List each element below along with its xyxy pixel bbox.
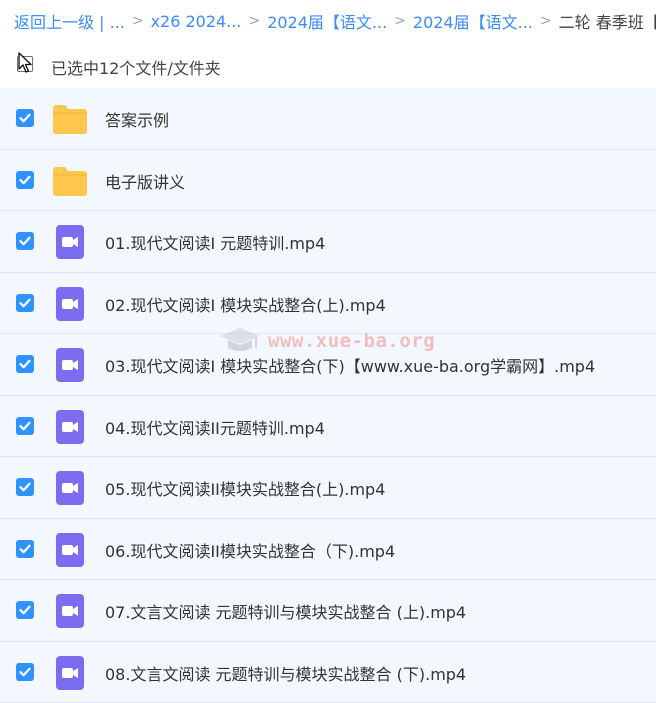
file-name[interactable]: 04.现代文阅读II元题特训.mp4	[105, 415, 325, 439]
breadcrumb-separator: >	[540, 13, 552, 29]
list-item[interactable]: 06.现代文阅读II模块实战整合（下).mp4	[0, 519, 656, 581]
row-checkbox[interactable]	[16, 417, 34, 435]
row-checkbox[interactable]	[16, 171, 34, 189]
video-file-icon	[52, 286, 88, 322]
video-file-icon	[52, 347, 88, 383]
breadcrumb-back-link[interactable]: 返回上一级 | ...	[14, 9, 125, 33]
breadcrumb-item-1[interactable]: x26 2024...	[151, 12, 242, 31]
folder-icon	[52, 163, 88, 199]
row-checkbox[interactable]	[16, 232, 34, 250]
list-item[interactable]: 电子版讲义	[0, 150, 656, 212]
row-checkbox[interactable]	[16, 355, 34, 373]
checkmark-icon	[18, 665, 32, 679]
row-checkbox[interactable]	[16, 663, 34, 681]
file-list: 答案示例 电子版讲义 01.现代文阅读I 元题特训.mp4 02.现代文阅读I …	[0, 88, 656, 703]
file-name[interactable]: 03.现代文阅读I 模块实战整合(下)【www.xue-ba.org学霸网】.m…	[105, 353, 595, 377]
checkmark-icon	[18, 603, 32, 617]
checkmark-icon	[18, 357, 32, 371]
checkmark-icon	[18, 111, 32, 125]
list-item[interactable]: 03.现代文阅读I 模块实战整合(下)【www.xue-ba.org学霸网】.m…	[0, 334, 656, 396]
selection-count-text: 已选中12个文件/文件夹	[51, 55, 221, 79]
list-item[interactable]: 答案示例	[0, 88, 656, 150]
list-item[interactable]: 05.现代文阅读II模块实战整合(上).mp4	[0, 457, 656, 519]
file-name[interactable]: 05.现代文阅读II模块实战整合(上).mp4	[105, 476, 385, 500]
selection-bar: 已选中12个文件/文件夹	[0, 42, 656, 88]
video-file-icon	[52, 470, 88, 506]
checkmark-icon	[18, 419, 32, 433]
list-item[interactable]: 08.文言文阅读 元题特训与模块实战整合 (下).mp4	[0, 642, 656, 703]
row-checkbox[interactable]	[16, 294, 34, 312]
list-item[interactable]: 02.现代文阅读I 模块实战整合(上).mp4	[0, 273, 656, 335]
file-name[interactable]: 08.文言文阅读 元题特训与模块实战整合 (下).mp4	[105, 661, 466, 685]
checkmark-icon	[18, 173, 32, 187]
file-name[interactable]: 答案示例	[105, 107, 169, 131]
checkmark-icon	[18, 234, 32, 248]
video-file-icon	[52, 224, 88, 260]
file-name[interactable]: 07.文言文阅读 元题特训与模块实战整合 (上).mp4	[105, 599, 466, 623]
breadcrumb-current: 二轮 春季班【w...	[559, 9, 656, 33]
list-item[interactable]: 01.现代文阅读I 元题特训.mp4	[0, 211, 656, 273]
video-file-icon	[52, 655, 88, 691]
row-checkbox[interactable]	[16, 540, 34, 558]
breadcrumb-separator: >	[132, 13, 144, 29]
mouse-cursor-icon	[18, 52, 32, 74]
breadcrumb: 返回上一级 | ... > x26 2024... > 2024届【语文... …	[0, 0, 656, 42]
folder-icon	[52, 101, 88, 137]
checkmark-icon	[18, 542, 32, 556]
checkmark-icon	[18, 480, 32, 494]
row-checkbox[interactable]	[16, 478, 34, 496]
breadcrumb-item-2[interactable]: 2024届【语文...	[267, 9, 387, 33]
file-name[interactable]: 01.现代文阅读I 元题特训.mp4	[105, 230, 325, 254]
list-item[interactable]: 04.现代文阅读II元题特训.mp4	[0, 396, 656, 458]
file-name[interactable]: 06.现代文阅读II模块实战整合（下).mp4	[105, 538, 395, 562]
breadcrumb-item-3[interactable]: 2024届【语文...	[413, 9, 533, 33]
video-file-icon	[52, 593, 88, 629]
video-file-icon	[52, 409, 88, 445]
breadcrumb-separator: >	[394, 13, 406, 29]
row-checkbox[interactable]	[16, 601, 34, 619]
list-item[interactable]: 07.文言文阅读 元题特训与模块实战整合 (上).mp4	[0, 580, 656, 642]
video-file-icon	[52, 532, 88, 568]
file-name[interactable]: 电子版讲义	[105, 169, 185, 193]
checkmark-icon	[18, 296, 32, 310]
file-name[interactable]: 02.现代文阅读I 模块实战整合(上).mp4	[105, 292, 386, 316]
breadcrumb-separator: >	[248, 13, 260, 29]
row-checkbox[interactable]	[16, 109, 34, 127]
